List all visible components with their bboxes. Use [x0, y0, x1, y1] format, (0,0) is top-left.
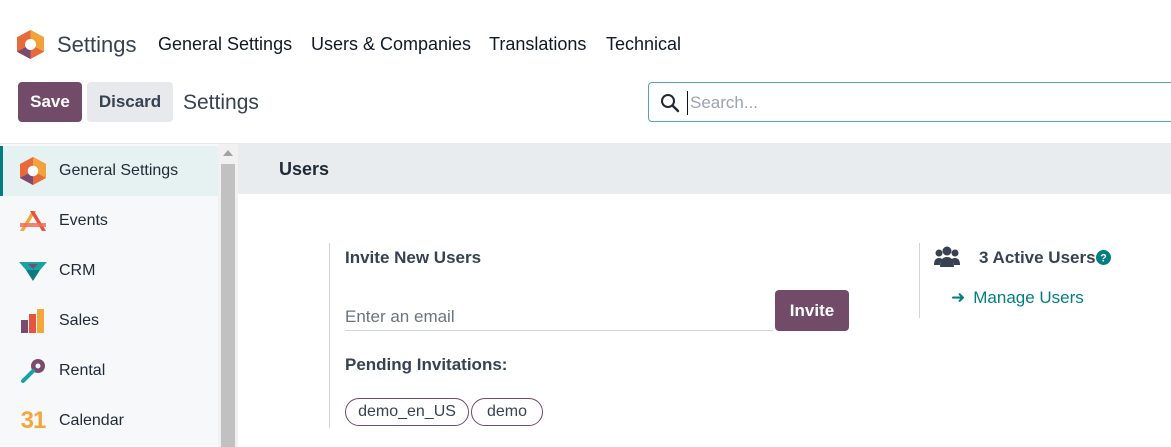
- search-icon: [661, 94, 680, 113]
- scroll-thumb[interactable]: [221, 164, 235, 447]
- discard-button[interactable]: Discard: [87, 82, 173, 122]
- save-button[interactable]: Save: [18, 82, 82, 122]
- sidebar-item-events[interactable]: Events: [0, 196, 218, 246]
- app-name[interactable]: Settings: [57, 32, 137, 58]
- rental-icon: [18, 356, 48, 386]
- sidebar-item-crm[interactable]: CRM: [0, 246, 218, 296]
- setting-divider: [919, 243, 920, 318]
- sidebar-item-rental[interactable]: Rental: [0, 346, 218, 396]
- settings-sidebar: General Settings Events CRM Sales Rental…: [0, 143, 238, 447]
- sidebar-item-calendar[interactable]: 31 Calendar: [0, 396, 218, 446]
- menu-general-settings[interactable]: General Settings: [158, 34, 292, 55]
- pending-invitation-badge[interactable]: demo_en_US: [345, 398, 469, 426]
- active-users-count: 3 Active Users: [979, 248, 1096, 267]
- sidebar-item-label: Events: [59, 212, 108, 229]
- section-header: Users: [238, 143, 1171, 194]
- crm-icon: [18, 256, 48, 286]
- events-icon: [18, 206, 48, 236]
- sidebar-item-label: Rental: [59, 362, 106, 379]
- breadcrumb: Settings: [183, 91, 259, 114]
- help-icon[interactable]: ?: [1096, 250, 1111, 265]
- settings-app-icon[interactable]: [17, 30, 44, 59]
- manage-users-link[interactable]: ➜ Manage Users: [951, 288, 1084, 308]
- invite-button[interactable]: Invite: [775, 290, 849, 331]
- svg-text:?: ?: [1100, 253, 1107, 265]
- settings-icon: [18, 156, 48, 186]
- search-bar[interactable]: [648, 82, 1171, 122]
- menu-technical[interactable]: Technical: [606, 34, 681, 55]
- setting-divider: [329, 243, 330, 428]
- menu-users-companies[interactable]: Users & Companies: [311, 34, 471, 55]
- calendar-icon: 31: [20, 407, 47, 434]
- sidebar-item-general-settings[interactable]: General Settings: [0, 146, 218, 196]
- menu-translations[interactable]: Translations: [489, 34, 586, 55]
- pending-invitation-badge[interactable]: demo: [471, 398, 543, 426]
- sales-icon: [18, 306, 48, 336]
- sidebar-item-label: Sales: [59, 312, 100, 329]
- sidebar-item-label: Calendar: [59, 412, 124, 429]
- section-title: Users: [279, 159, 330, 179]
- scroll-up-icon[interactable]: [223, 150, 233, 156]
- sidebar-item-label: General Settings: [59, 162, 179, 179]
- manage-users-label: Manage Users: [973, 288, 1084, 307]
- sidebar-scrollbar[interactable]: [218, 144, 238, 447]
- top-navbar: Settings General Settings Users & Compan…: [0, 0, 1171, 82]
- users-icon: [934, 246, 960, 267]
- search-input[interactable]: [687, 91, 1157, 115]
- email-field[interactable]: [345, 303, 773, 331]
- invite-title: Invite New Users: [345, 248, 482, 267]
- pending-invitations-title: Pending Invitations:: [345, 355, 508, 374]
- arrow-right-icon: ➜: [951, 288, 966, 307]
- sidebar-item-sales[interactable]: Sales: [0, 296, 218, 346]
- sidebar-item-label: CRM: [59, 262, 96, 279]
